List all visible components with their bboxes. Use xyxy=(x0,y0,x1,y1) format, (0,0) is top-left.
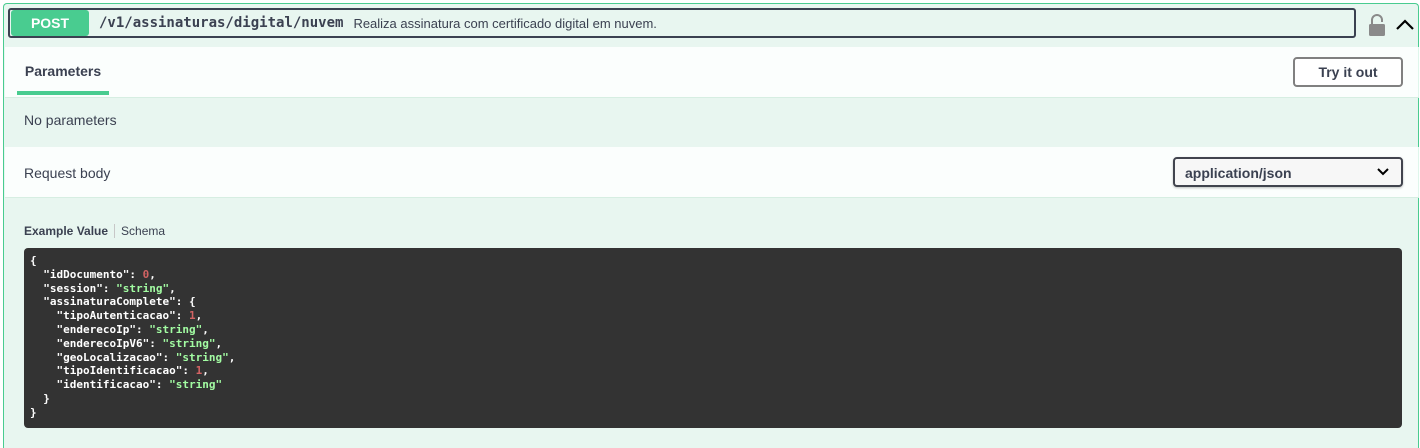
http-method-badge: POST xyxy=(11,10,89,36)
code-indent: } xyxy=(30,405,37,419)
code-value: "string" xyxy=(169,378,223,392)
code-punct: , xyxy=(228,350,236,364)
parameters-header: Parameters Try it out xyxy=(5,47,1419,98)
code-line: } xyxy=(30,406,37,419)
code-punct: : xyxy=(149,336,163,350)
code-punct: : xyxy=(102,281,117,295)
tab-parameters[interactable]: Parameters xyxy=(17,47,109,95)
code-line: "assinaturaComplete": { xyxy=(30,295,196,309)
code-punct: , xyxy=(202,322,209,336)
code-line: "enderecoIpV6": "string", xyxy=(30,336,223,350)
operation-summary[interactable]: POST /v1/assinaturas/digital/nuvem Reali… xyxy=(8,8,1356,38)
code-punct: : xyxy=(162,350,176,364)
chevron-up-icon[interactable] xyxy=(1394,13,1416,37)
code-punct: , xyxy=(195,309,203,323)
code-key: "enderecoIp" xyxy=(56,322,136,336)
code-punct: , xyxy=(169,281,176,295)
code-indent: { xyxy=(30,254,37,267)
code-key: "tipoAutenticacao" xyxy=(56,309,176,323)
code-punct: , xyxy=(202,364,209,378)
code-value: "string" xyxy=(175,350,229,364)
code-key: "enderecoIpV6" xyxy=(56,336,150,350)
code-punct: : xyxy=(182,364,196,378)
example-tabs: Example Value Schema xyxy=(24,224,165,238)
code-value: "string" xyxy=(162,336,216,350)
operation-block-post: POST /v1/assinaturas/digital/nuvem Reali… xyxy=(3,3,1419,448)
code-line: "geoLocalizacao": "string", xyxy=(30,350,236,364)
code-punct: , xyxy=(215,336,223,350)
code-value: 1 xyxy=(188,309,196,323)
request-body-header: Request body application/json xyxy=(5,147,1419,198)
code-punct: : { xyxy=(175,295,196,309)
code-punct: : xyxy=(135,322,150,336)
code-value: "string" xyxy=(116,281,170,295)
endpoint-path: /v1/assinaturas/digital/nuvem xyxy=(99,15,344,31)
no-parameters-text: No parameters xyxy=(24,112,117,128)
content-type-select[interactable]: application/json xyxy=(1173,157,1403,187)
tab-example-value[interactable]: Example Value xyxy=(24,224,114,238)
code-key: "session" xyxy=(43,281,103,295)
code-line: "identificacao": "string" xyxy=(30,378,223,392)
endpoint-description: Realiza assinatura com certificado digit… xyxy=(353,15,657,31)
code-line: } xyxy=(30,392,50,405)
code-key: "assinaturaComplete" xyxy=(43,295,176,309)
code-line: "enderecoIp": "string", xyxy=(30,323,209,336)
code-value: "string" xyxy=(149,322,203,336)
code-line: "tipoAutenticacao": 1, xyxy=(30,309,203,323)
code-key: "geoLocalizacao" xyxy=(56,350,163,364)
tab-schema[interactable]: Schema xyxy=(115,224,165,238)
code-line: "session": "string", xyxy=(30,281,176,295)
content-type-value: application/json xyxy=(1185,165,1292,181)
try-it-out-button[interactable]: Try it out xyxy=(1293,57,1403,87)
code-key: "identificacao" xyxy=(56,378,156,392)
code-punct: : xyxy=(175,309,189,323)
code-key: "idDocumento" xyxy=(43,267,130,281)
code-indent: } xyxy=(30,391,50,405)
code-line: "tipoIdentificacao": 1, xyxy=(30,364,209,377)
code-punct: : xyxy=(129,267,143,281)
code-key: "tipoIdentificacao" xyxy=(56,364,183,378)
code-line: { xyxy=(30,254,37,267)
chevron-down-icon xyxy=(1377,168,1389,176)
lock-icon[interactable] xyxy=(1367,13,1387,37)
code-punct: , xyxy=(149,267,156,281)
request-body-label: Request body xyxy=(24,165,111,181)
code-line: "idDocumento": 0, xyxy=(30,268,156,281)
example-json-code[interactable]: { "idDocumento": 0, "session": "string",… xyxy=(24,248,1402,428)
code-punct: : xyxy=(155,378,170,392)
